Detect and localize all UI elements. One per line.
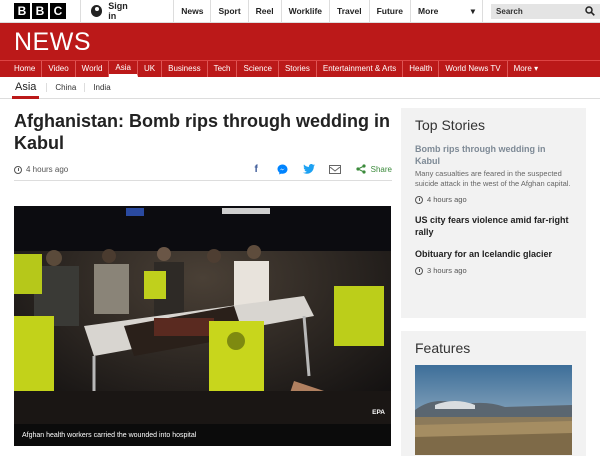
clock-icon <box>415 266 423 275</box>
image-credit: EPA <box>372 409 385 416</box>
story-item[interactable]: US city fears violence amid far-right ra… <box>415 214 572 238</box>
more-label: More <box>418 5 439 16</box>
top-stories-panel: Top Stories Bomb rips through wedding in… <box>401 108 586 318</box>
article-headline: Afghanistan: Bomb rips through wedding i… <box>14 111 390 153</box>
share-icon <box>356 164 367 175</box>
global-nav: News Sport Reel Worklife Travel Future M… <box>173 0 484 23</box>
bbc-logo[interactable]: B B C <box>14 3 66 19</box>
search-input[interactable]: Search <box>491 3 600 19</box>
global-header: B B C Sign in News Sport Reel Worklife T… <box>0 0 600 23</box>
subnav-current[interactable]: Asia <box>12 77 40 99</box>
news-nav-home[interactable]: Home <box>8 61 43 77</box>
story-item[interactable]: Bomb rips through wedding in Kabul Many … <box>415 143 572 204</box>
story-summary: Many casualties are feared in the suspec… <box>415 169 571 188</box>
news-nav-entertainment[interactable]: Entertainment & Arts <box>317 61 404 77</box>
email-icon[interactable] <box>328 165 341 174</box>
signin-link[interactable]: Sign in <box>80 0 136 23</box>
news-nav-stories[interactable]: Stories <box>279 61 317 77</box>
global-nav-future[interactable]: Future <box>368 0 410 23</box>
timestamp-text: 4 hours ago <box>26 165 69 174</box>
clock-icon <box>415 195 423 204</box>
logo-letter: B <box>14 3 30 19</box>
messenger-icon[interactable] <box>277 164 288 175</box>
features-panel: Features <box>401 331 586 456</box>
features-title: Features <box>415 340 471 356</box>
global-nav-travel[interactable]: Travel <box>329 0 369 23</box>
story-title[interactable]: Obituary for an Icelandic glacier <box>415 248 572 260</box>
news-nav-world[interactable]: World <box>76 61 110 77</box>
news-header: NEWS <box>0 23 600 60</box>
landscape-image <box>415 365 572 455</box>
chevron-down-icon: ▾ <box>470 5 476 16</box>
article-timestamp: 4 hours ago <box>14 165 68 174</box>
search-placeholder: Search <box>496 6 523 16</box>
news-nav-science[interactable]: Science <box>237 61 279 77</box>
facebook-icon[interactable]: f <box>251 164 262 175</box>
story-title[interactable]: Bomb rips through wedding in Kabul <box>415 143 572 167</box>
news-nav-more[interactable]: More ▾ <box>508 61 544 77</box>
subnav-india[interactable]: India <box>84 83 118 92</box>
news-nav-world-news-tv[interactable]: World News TV <box>439 61 508 77</box>
search-icon[interactable] <box>585 6 595 16</box>
story-time: 3 hours ago <box>415 266 572 275</box>
news-nav-health[interactable]: Health <box>403 61 440 77</box>
article-image: EPA Afghan health workers carried the wo… <box>14 206 391 446</box>
section-subnav: Asia China India <box>0 77 600 99</box>
story-item[interactable]: Obituary for an Icelandic glacier 3 hour… <box>415 248 572 275</box>
story-time-text: 3 hours ago <box>427 266 467 275</box>
share-label: Share <box>370 165 392 174</box>
news-title[interactable]: NEWS <box>14 28 91 57</box>
news-nav-asia[interactable]: Asia <box>109 61 138 77</box>
logo-letter: C <box>50 3 66 19</box>
signin-label: Sign in <box>108 1 128 21</box>
global-nav-news[interactable]: News <box>173 0 210 23</box>
logo-letter: B <box>32 3 48 19</box>
article-meta: 4 hours ago f Share <box>14 163 392 181</box>
news-nav-video[interactable]: Video <box>42 61 76 77</box>
image-caption: Afghan health workers carried the wounde… <box>22 432 197 439</box>
top-stories-title: Top Stories <box>415 117 486 133</box>
news-nav: Home Video World Asia UK Business Tech S… <box>0 60 600 77</box>
clock-icon <box>14 165 22 174</box>
news-nav-business[interactable]: Business <box>162 61 208 77</box>
feature-image[interactable] <box>415 365 572 455</box>
news-nav-tech[interactable]: Tech <box>208 61 238 77</box>
story-title[interactable]: US city fears violence amid far-right ra… <box>415 214 572 238</box>
subnav-china[interactable]: China <box>46 83 84 92</box>
share-button[interactable]: Share <box>356 164 392 175</box>
story-time: 4 hours ago <box>415 195 572 204</box>
global-nav-worklife[interactable]: Worklife <box>280 0 329 23</box>
global-nav-sport[interactable]: Sport <box>210 0 247 23</box>
share-tools: f Share <box>251 164 392 175</box>
news-nav-uk[interactable]: UK <box>138 61 163 77</box>
user-icon <box>91 5 103 17</box>
global-nav-reel[interactable]: Reel <box>247 0 281 23</box>
news-photo <box>14 206 391 446</box>
story-time-text: 4 hours ago <box>427 195 467 204</box>
twitter-icon[interactable] <box>302 164 315 175</box>
global-nav-more[interactable]: More ▾ <box>410 0 484 23</box>
